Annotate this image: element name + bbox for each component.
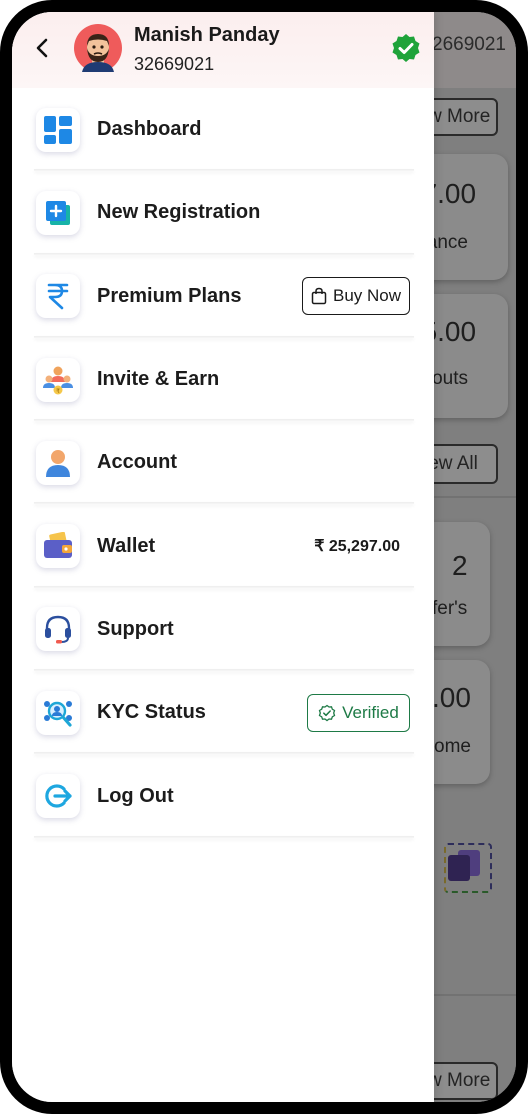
avatar[interactable] <box>74 24 122 72</box>
menu-item-label: KYC Status <box>97 701 206 724</box>
menu-item-kyc-status[interactable]: KYC Status Verified <box>12 671 434 755</box>
dashboard-icon <box>36 107 80 152</box>
kyc-status-label: Verified <box>342 702 399 722</box>
wallet-balance: ₹ 25,297.00 <box>314 538 400 556</box>
menu-item-log-out[interactable]: Log Out <box>12 754 434 838</box>
buy-now-label: Buy Now <box>332 286 402 306</box>
menu-item-label: Premium Plans <box>97 284 242 307</box>
wallet-icon <box>36 524 80 569</box>
menu-item-new-registration[interactable]: New Registration <box>12 171 434 255</box>
verified-badge <box>390 32 422 64</box>
menu-item-label: Wallet <box>97 534 156 557</box>
menu-item-account[interactable]: Account <box>12 421 434 505</box>
logout-icon <box>36 774 80 819</box>
user-id: 32669021 <box>134 54 215 74</box>
menu-item-label: Account <box>97 451 177 474</box>
chevron-left-icon <box>36 38 48 58</box>
user-avatar-icon <box>74 24 122 72</box>
background-card-value: 2 <box>452 550 468 581</box>
headset-icon <box>36 607 80 652</box>
menu-item-wallet[interactable]: Wallet ₹ 25,297.00 <box>12 504 434 589</box>
background-card-caption: ome <box>434 736 471 757</box>
kyc-verified-badge: Verified <box>307 693 410 732</box>
background-card-caption: fer's <box>432 598 468 619</box>
menu-item-label: New Registration <box>97 201 261 224</box>
menu-item-premium-plans[interactable]: Premium Plans Buy Now <box>12 255 434 339</box>
menu-item-label: Invite & Earn <box>97 368 220 391</box>
menu-item-label: Support <box>97 617 174 640</box>
kyc-icon <box>36 690 80 735</box>
menu-item-invite-earn[interactable]: ₹ Invite & Earn <box>12 338 434 422</box>
background-divider <box>434 496 516 498</box>
drawer-header: Manish Panday 32669021 <box>12 12 434 88</box>
screen: 2669021 w More 97.00 alance 35.00 ayouts… <box>12 12 516 1102</box>
navigation-drawer: Manish Panday 32669021 Dashboard New Reg… <box>12 12 434 1102</box>
phone-frame: 2669021 w More 97.00 alance 35.00 ayouts… <box>0 0 528 1114</box>
background-document-icon <box>448 855 470 881</box>
invite-earn-icon: ₹ <box>36 357 80 402</box>
menu-item-label: Dashboard <box>97 118 202 141</box>
new-registration-icon <box>36 190 80 235</box>
menu-item-label: Log Out <box>97 784 174 807</box>
menu-item-support[interactable]: Support <box>12 588 434 672</box>
background-divider <box>434 994 516 996</box>
background-card-value: .00 <box>432 682 471 713</box>
verified-check-icon <box>392 34 420 62</box>
menu-item-dashboard[interactable]: Dashboard <box>12 88 434 172</box>
buy-now-button[interactable]: Buy Now <box>302 277 410 316</box>
rupee-icon <box>36 274 80 319</box>
verified-icon <box>318 704 336 722</box>
shopping-bag-icon <box>311 287 327 305</box>
drawer-menu: Dashboard New Registration Premium Plans… <box>12 88 434 838</box>
account-icon <box>36 440 80 485</box>
user-name: Manish Panday <box>134 24 280 46</box>
back-button[interactable] <box>30 34 54 62</box>
svg-text:₹: ₹ <box>56 388 60 395</box>
background-header-id: 2669021 <box>432 34 506 55</box>
